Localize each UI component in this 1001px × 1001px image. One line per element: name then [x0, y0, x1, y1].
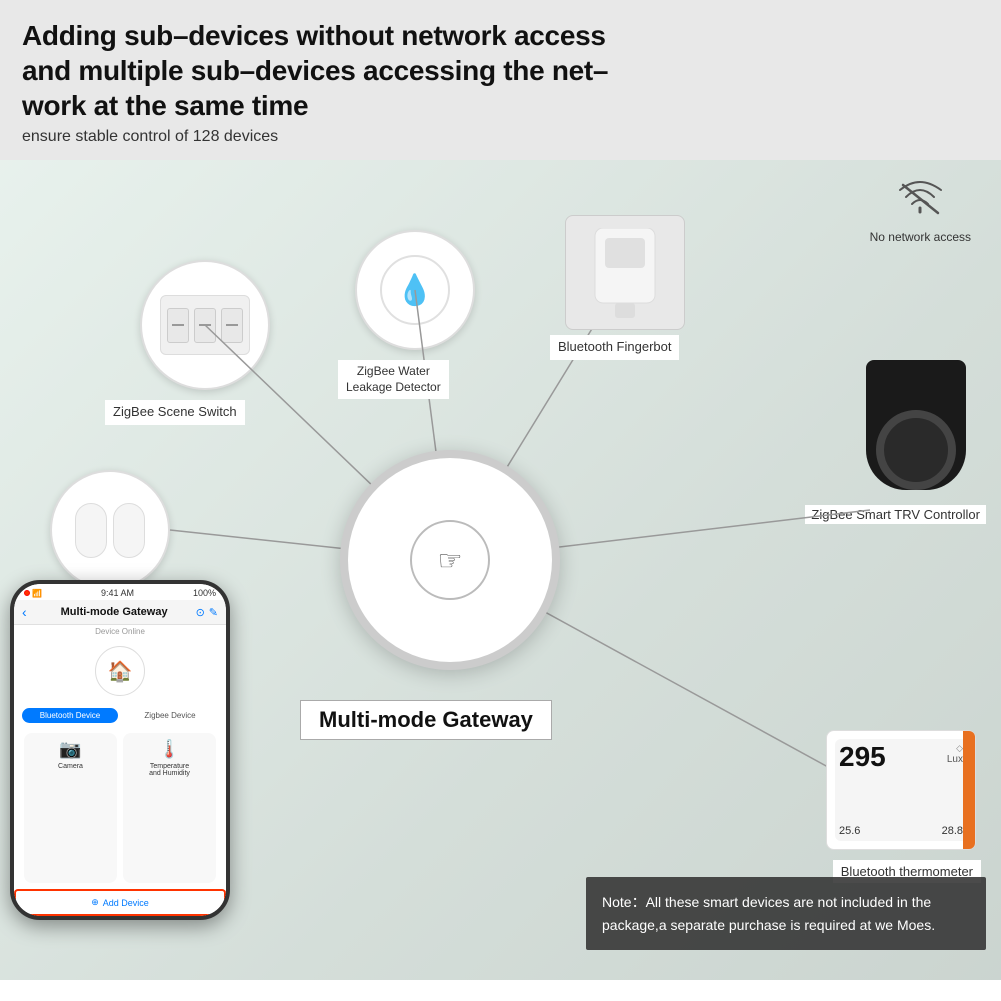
- phone-time: 9:41 AM: [101, 588, 134, 598]
- phone-back-button[interactable]: ‹: [22, 604, 27, 620]
- fingerbot-container: [565, 215, 685, 330]
- thermo-orange-bar: [963, 731, 975, 849]
- phone-device-card-camera: 📷 Camera: [24, 733, 117, 883]
- phone-tabs: Bluetooth Device Zigbee Device: [14, 704, 226, 727]
- switch-btn-2: [194, 308, 216, 343]
- water-sensor-body: 💧: [380, 255, 450, 325]
- fingerbot-body: [565, 215, 685, 330]
- thermo-lux: Lux: [947, 754, 963, 765]
- phone-status-bar: 📶 9:41 AM 100%: [14, 584, 226, 600]
- scene-switch-label: ZigBee Scene Switch: [105, 400, 245, 425]
- camera-label: Camera: [58, 763, 83, 770]
- trv-container: [866, 360, 966, 490]
- temp-icon: 🌡️: [158, 739, 180, 760]
- header-subtitle: ensure stable control of 128 devices: [22, 128, 979, 146]
- thermometer-device: 295 ◇ Lux 25.6 28.8: [826, 730, 976, 850]
- thermo-temp: 25.6: [839, 825, 860, 837]
- add-device-icon: ⊕: [91, 897, 99, 908]
- phone-action-icons: ⊙ ✎: [196, 606, 218, 619]
- phone-title: Multi-mode Gateway: [33, 606, 196, 618]
- temp-label: Temperatureand Humidity: [149, 763, 190, 777]
- door-sensor-circle: [50, 470, 170, 590]
- fingerbot-label: Bluetooth Fingerbot: [550, 335, 679, 360]
- camera-icon: 📷: [59, 739, 81, 760]
- no-network-label: No network access: [870, 230, 971, 244]
- trv-body: [866, 360, 966, 490]
- scene-switch-circle: [140, 260, 270, 390]
- gateway-label-box: Multi-mode Gateway: [300, 700, 552, 740]
- gateway-circle: ☞: [340, 450, 560, 670]
- no-wifi-icon: [870, 180, 971, 226]
- phone-device-card-temp: 🌡️ Temperatureand Humidity: [123, 733, 216, 883]
- gateway-icon: ☞: [437, 544, 462, 577]
- phone-battery: 100%: [193, 588, 216, 598]
- phone-status-icons: 📶: [24, 589, 42, 598]
- note-box: Note：All these smart devices are not inc…: [586, 877, 986, 950]
- phone-gateway-image: 🏠: [95, 646, 145, 696]
- phone-mockup: 📶 9:41 AM 100% ‹ Multi-mode Gateway ⊙ ✎ …: [10, 580, 230, 920]
- water-leakage-circle: 💧: [355, 230, 475, 350]
- header-title: Adding sub–devices without network acces…: [22, 18, 979, 123]
- door-part-2: [113, 503, 145, 558]
- thermo-main-temp: 295: [839, 743, 886, 771]
- phone-tab-zigbee[interactable]: Zigbee Device: [122, 708, 218, 723]
- add-device-label: Add Device: [103, 898, 149, 908]
- phone-screen: 📶 9:41 AM 100% ‹ Multi-mode Gateway ⊙ ✎ …: [14, 584, 226, 916]
- door-part-1: [75, 503, 107, 558]
- switch-btn-1: [167, 308, 189, 343]
- thermo-bottom: 25.6 28.8: [839, 825, 963, 837]
- phone-edit-icon[interactable]: ✎: [209, 606, 218, 619]
- water-leakage-label: ZigBee WaterLeakage Detector: [338, 360, 449, 399]
- phone-nav-bar: ‹ Multi-mode Gateway ⊙ ✎: [14, 600, 226, 625]
- phone-add-device-button[interactable]: ⊕ Add Device: [14, 889, 226, 916]
- wifi-indicator: [24, 590, 30, 596]
- gateway-inner: ☞: [410, 520, 490, 600]
- no-network-badge: No network access: [870, 180, 971, 244]
- phone-settings-icon[interactable]: ⊙: [196, 606, 205, 619]
- thermo-humidity: 28.8: [942, 825, 963, 837]
- fingerbot-svg: [585, 228, 665, 318]
- header-section: Adding sub–devices without network acces…: [0, 0, 1001, 160]
- trv-ring: [876, 410, 956, 490]
- diagram-section: No network access ZigBee Scene Switch 💧 …: [0, 160, 1001, 980]
- switch-btn-3: [221, 308, 243, 343]
- door-sensor-body: [75, 503, 145, 558]
- phone-device-status: Device Online: [14, 625, 226, 638]
- thermo-display: 295 ◇ Lux 25.6 28.8: [835, 739, 967, 841]
- switch-body: [160, 295, 250, 355]
- trv-label: ZigBee Smart TRV Controllor: [805, 505, 986, 524]
- phone-devices-grid: 📷 Camera 🌡️ Temperatureand Humidity: [14, 727, 226, 889]
- phone-gateway-icon-area: 🏠: [14, 638, 226, 704]
- phone-tab-bluetooth[interactable]: Bluetooth Device: [22, 708, 118, 723]
